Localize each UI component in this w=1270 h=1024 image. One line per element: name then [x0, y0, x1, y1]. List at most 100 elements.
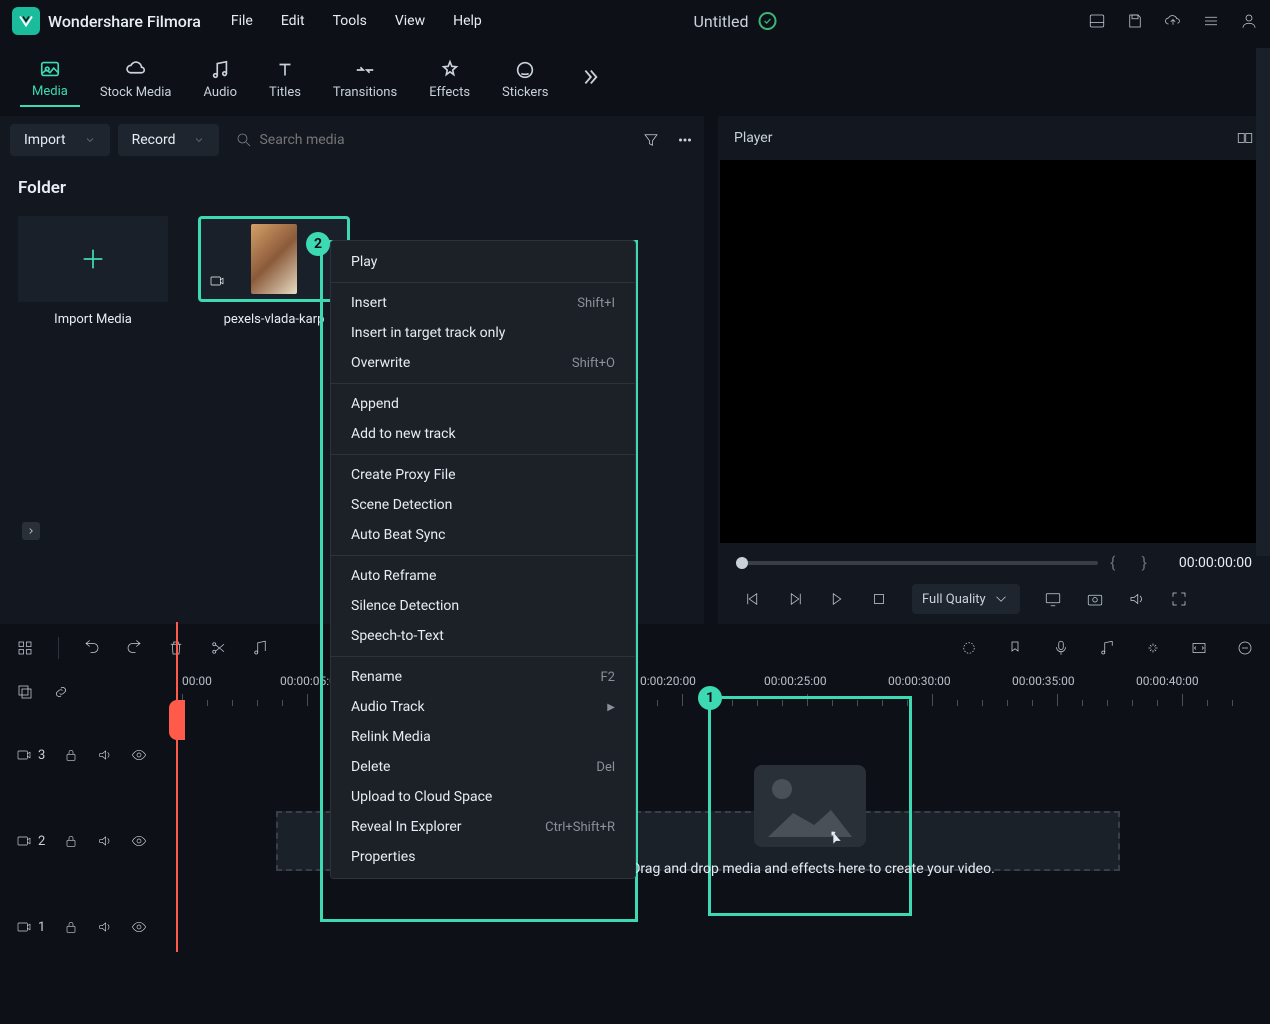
voiceover-icon[interactable] — [1052, 639, 1070, 657]
menu-shortcut: Shift+I — [577, 296, 615, 311]
zoom-out-icon[interactable] — [1236, 639, 1254, 657]
play-icon[interactable] — [786, 590, 804, 608]
menu-file[interactable]: File — [231, 13, 253, 29]
expand-sidebar-button[interactable] — [22, 522, 40, 540]
tab-titles[interactable]: Titles — [257, 53, 313, 106]
video-badge-icon — [209, 273, 225, 293]
quality-dropdown[interactable]: Full Quality — [912, 584, 1020, 614]
lock-icon[interactable] — [63, 747, 79, 763]
track-video-icon — [16, 833, 32, 849]
tab-media[interactable]: Media — [20, 52, 80, 107]
mute-icon[interactable] — [97, 833, 113, 849]
clip-name: pexels-vlada-karp — [224, 312, 325, 327]
auto-ripple-icon[interactable] — [1144, 639, 1162, 657]
next-frame-icon[interactable] — [828, 590, 846, 608]
search-input[interactable] — [259, 132, 626, 148]
more-options-icon[interactable] — [676, 131, 694, 149]
filter-icon[interactable] — [642, 131, 660, 149]
media-clip-thumb[interactable] — [198, 216, 350, 302]
folder-heading: Folder — [0, 164, 704, 206]
marker-icon[interactable] — [1006, 639, 1024, 657]
menu-play[interactable]: Play — [331, 247, 635, 277]
layout-icon[interactable] — [1088, 12, 1106, 30]
menu-append[interactable]: Append — [331, 389, 635, 419]
menu-item-label: Scene Detection — [351, 497, 452, 513]
menu-auto-beat-sync[interactable]: Auto Beat Sync — [331, 520, 635, 550]
cloud-upload-icon[interactable] — [1164, 12, 1182, 30]
undo-icon[interactable] — [83, 639, 101, 657]
keyframe-icon[interactable] — [960, 639, 978, 657]
audio-edit-icon[interactable] — [251, 639, 269, 657]
volume-icon[interactable] — [1128, 590, 1146, 608]
timecode: 00:00:00:00 — [1179, 555, 1252, 571]
menu-reveal-in-explorer[interactable]: Reveal In ExplorerCtrl+Shift+R — [331, 812, 635, 842]
redo-icon[interactable] — [125, 639, 143, 657]
tab-transitions[interactable]: Transitions — [321, 53, 409, 106]
fit-icon[interactable] — [1190, 639, 1208, 657]
menu-add-to-new-track[interactable]: Add to new track — [331, 419, 635, 449]
stop-icon[interactable] — [870, 590, 888, 608]
menu-view[interactable]: View — [395, 13, 425, 29]
menu-rename[interactable]: RenameF2 — [331, 662, 635, 692]
project-title[interactable]: Untitled — [694, 12, 749, 31]
drop-thumb-icon — [754, 765, 866, 847]
playhead[interactable] — [176, 622, 178, 952]
lock-icon[interactable] — [63, 833, 79, 849]
right-panel-strip[interactable] — [1256, 48, 1270, 556]
fullscreen-icon[interactable] — [1170, 590, 1188, 608]
record-dropdown[interactable]: Record — [118, 124, 220, 156]
tab-audio[interactable]: Audio — [192, 53, 249, 106]
display-icon[interactable] — [1044, 590, 1062, 608]
visibility-icon[interactable] — [131, 747, 147, 763]
menu-delete[interactable]: DeleteDel — [331, 752, 635, 782]
tab-effects[interactable]: Effects — [417, 53, 482, 106]
cut-icon[interactable] — [209, 639, 227, 657]
compare-icon[interactable] — [1236, 129, 1254, 147]
tab-stock-media[interactable]: Stock Media — [88, 53, 184, 106]
menu-properties[interactable]: Properties — [331, 842, 635, 872]
menu-insert-in-target-track-only[interactable]: Insert in target track only — [331, 318, 635, 348]
playhead-handle[interactable] — [169, 700, 185, 740]
menu-speech-to-text[interactable]: Speech-to-Text — [331, 621, 635, 651]
app-logo — [12, 7, 40, 35]
menu-scene-detection[interactable]: Scene Detection — [331, 490, 635, 520]
user-icon[interactable] — [1240, 12, 1258, 30]
visibility-icon[interactable] — [131, 919, 147, 935]
topbar: Wondershare Filmora File Edit Tools View… — [0, 0, 1270, 42]
audio-mixer-icon[interactable] — [1098, 639, 1116, 657]
mark-in-icon[interactable]: { — [1110, 553, 1115, 572]
menu-audio-track[interactable]: Audio Track▶ — [331, 692, 635, 722]
menu-edit[interactable]: Edit — [281, 13, 305, 29]
player-viewport[interactable] — [720, 160, 1268, 543]
player-panel: Player {} 00:00:00:00 Full Quality — [718, 116, 1270, 624]
save-icon[interactable] — [1126, 12, 1144, 30]
grid-icon[interactable] — [16, 639, 34, 657]
mute-icon[interactable] — [97, 747, 113, 763]
visibility-icon[interactable] — [131, 833, 147, 849]
import-media-button[interactable] — [18, 216, 168, 302]
track-add-icon[interactable] — [16, 683, 34, 701]
snapshot-icon[interactable] — [1086, 590, 1104, 608]
prev-frame-icon[interactable] — [744, 590, 762, 608]
link-icon[interactable] — [52, 683, 70, 701]
mute-icon[interactable] — [97, 919, 113, 935]
menu-silence-detection[interactable]: Silence Detection — [331, 591, 635, 621]
menu-icon[interactable] — [1202, 12, 1220, 30]
more-tabs-button[interactable] — [578, 66, 600, 92]
menu-upload-to-cloud-space[interactable]: Upload to Cloud Space — [331, 782, 635, 812]
menu-relink-media[interactable]: Relink Media — [331, 722, 635, 752]
menu-create-proxy-file[interactable]: Create Proxy File — [331, 460, 635, 490]
menu-item-label: Audio Track — [351, 699, 425, 715]
menu-overwrite[interactable]: OverwriteShift+O — [331, 348, 635, 378]
mark-out-icon[interactable]: } — [1141, 553, 1146, 572]
import-dropdown[interactable]: Import — [10, 124, 110, 156]
menu-insert[interactable]: InsertShift+I — [331, 288, 635, 318]
menu-auto-reframe[interactable]: Auto Reframe — [331, 561, 635, 591]
scrub-bar[interactable] — [736, 561, 1098, 565]
tab-stickers[interactable]: Stickers — [490, 53, 560, 106]
lock-icon[interactable] — [63, 919, 79, 935]
menu-tools[interactable]: Tools — [333, 13, 367, 29]
ruler-label: 00:00:25:00 — [764, 674, 827, 688]
menu-item-label: Insert in target track only — [351, 325, 505, 341]
menu-help[interactable]: Help — [453, 13, 482, 29]
